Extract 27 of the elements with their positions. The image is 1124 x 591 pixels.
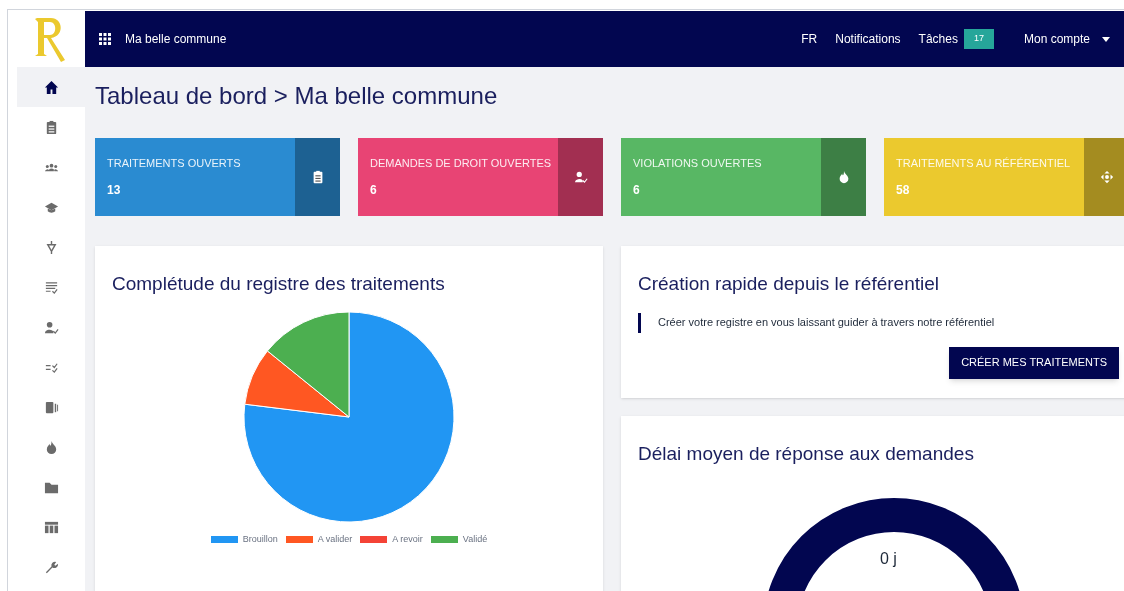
card-label: TRAITEMENTS OUVERTS	[107, 157, 242, 170]
card-label: VIOLATIONS OUVERTES	[633, 157, 763, 170]
legend-label: Brouillon	[242, 532, 278, 546]
gauge-value: 0 j	[880, 548, 897, 569]
card-value: 13	[107, 182, 122, 199]
panel-title: Création rapide depuis le référentiel	[638, 272, 940, 296]
language-link[interactable]: FR	[801, 30, 818, 48]
stat-card[interactable]: DEMANDES DE DROIT OUVERTES 6	[358, 138, 603, 216]
create-treatments-button[interactable]: CRÉER MES TRAITEMENTS	[949, 346, 1119, 379]
card-value: 6	[370, 182, 378, 199]
card-value: 58	[896, 182, 911, 199]
app-name: Ma belle commune	[125, 31, 227, 48]
card-value: 6	[633, 182, 641, 199]
panel-title: Délai moyen de réponse aux demandes	[638, 442, 975, 466]
legend-label: A revoir	[392, 532, 423, 546]
legend-label: Validé	[462, 532, 488, 546]
panel-title: Complétude du registre des traitements	[112, 272, 446, 296]
tasks-link[interactable]: Tâches	[918, 30, 958, 48]
stat-card[interactable]: TRAITEMENTS OUVERTS 13	[95, 138, 340, 216]
legend-label: A valider	[317, 532, 353, 546]
page-title: Tableau de bord > Ma belle commune	[95, 81, 499, 111]
task-count-badge: 17	[963, 29, 994, 49]
description-text: Créer votre registre en vous laissant guider à travers notre référentiel	[658, 315, 995, 331]
card-label: TRAITEMENTS AU RÉFÉRENTIEL	[896, 157, 1072, 170]
card-label: DEMANDES DE DROIT OUVERTES	[370, 157, 553, 170]
notifications-link[interactable]: Notifications	[835, 30, 901, 48]
account-menu[interactable]: Mon compte	[1023, 30, 1090, 48]
